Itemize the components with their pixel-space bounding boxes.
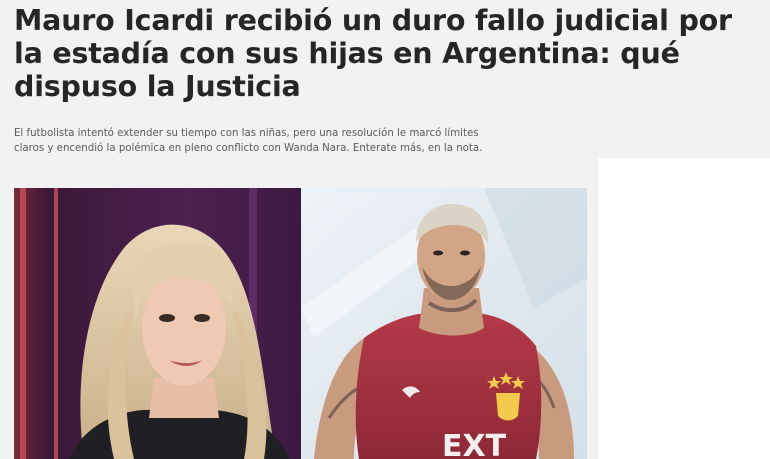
article-photo[interactable]: EXT <box>14 188 587 459</box>
side-blank-area <box>598 158 770 459</box>
article: Mauro Icardi recibió un duro fallo judic… <box>0 0 770 459</box>
article-headline[interactable]: Mauro Icardi recibió un duro fallo judic… <box>14 4 764 103</box>
right-photo-panel <box>301 188 587 459</box>
article-summary: El futbolista intentó extender su tiempo… <box>14 128 483 154</box>
jersey-sponsor-text: EXT <box>442 429 507 459</box>
left-photo-panel <box>14 188 301 459</box>
